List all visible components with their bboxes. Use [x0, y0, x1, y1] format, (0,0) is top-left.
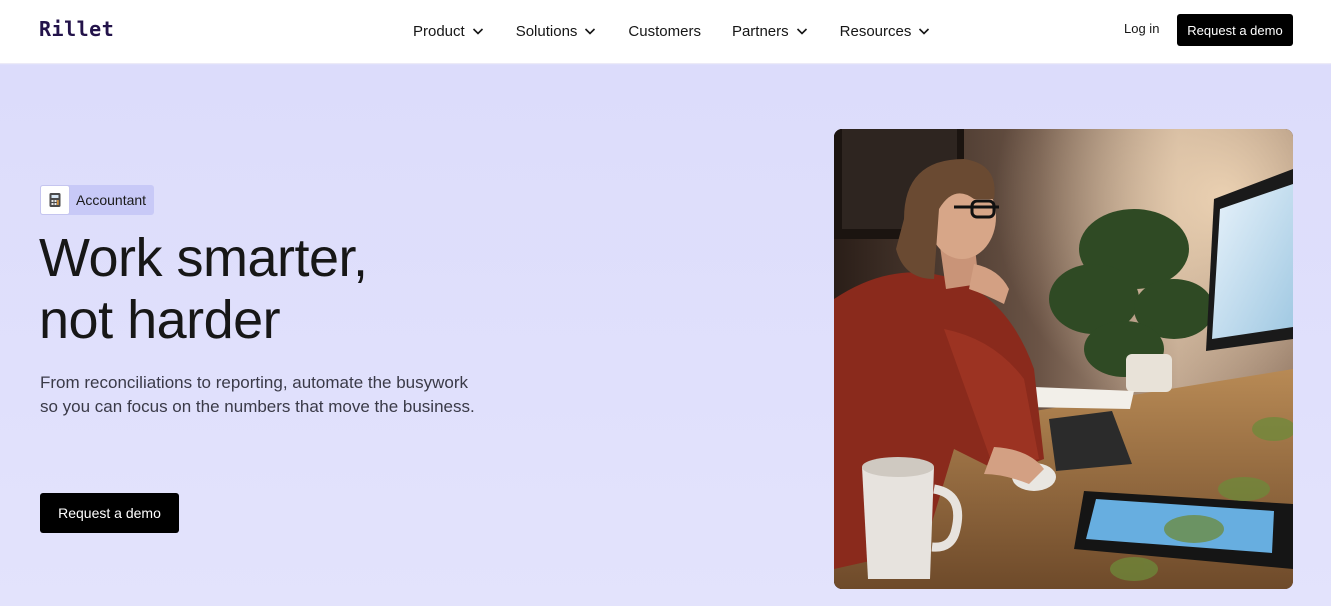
login-link[interactable]: Log in [1124, 21, 1159, 36]
role-badge: Accountant [40, 185, 155, 215]
hero-subheading: From reconciliations to reporting, autom… [40, 371, 540, 419]
top-navbar: Rillet Product Solutions Customers Partn… [0, 0, 1331, 64]
nav-item-label: Customers [628, 22, 701, 40]
nav-item-product[interactable]: Product [413, 20, 485, 42]
subhead-line-1: From reconciliations to reporting, autom… [40, 373, 469, 392]
chevron-down-icon [919, 28, 930, 35]
nav-item-label: Resources [839, 22, 912, 40]
woman-at-desk-illustration [834, 129, 1293, 589]
nav-item-label: Solutions [515, 22, 578, 40]
main-menu: Product Solutions Customers Partners Res… [413, 20, 962, 42]
hero-photo [834, 129, 1293, 589]
chevron-down-icon [796, 28, 807, 35]
calculator-icon [40, 185, 70, 215]
headline-line-2: not harder [39, 290, 281, 350]
rillet-logo[interactable]: Rillet [39, 17, 114, 41]
nav-item-partners[interactable]: Partners [732, 20, 809, 42]
hero-headline: Work smarter, not harder [39, 227, 559, 351]
nav-item-solutions[interactable]: Solutions [516, 20, 598, 42]
nav-item-label: Product [413, 22, 465, 40]
chevron-down-icon [472, 28, 483, 35]
badge-label: Accountant [76, 192, 147, 208]
hero-section: Accountant Work smarter, not harder From… [0, 65, 1331, 606]
nav-item-customers[interactable]: Customers [628, 20, 701, 42]
request-demo-button-nav[interactable]: Request a demo [1177, 14, 1293, 46]
chevron-down-icon [585, 28, 596, 35]
nav-item-resources[interactable]: Resources [840, 20, 932, 42]
request-demo-button-hero[interactable]: Request a demo [40, 493, 179, 533]
headline-line-1: Work smarter, [39, 228, 368, 288]
subhead-line-2: so you can focus on the numbers that mov… [40, 397, 475, 416]
nav-item-label: Partners [731, 22, 789, 40]
